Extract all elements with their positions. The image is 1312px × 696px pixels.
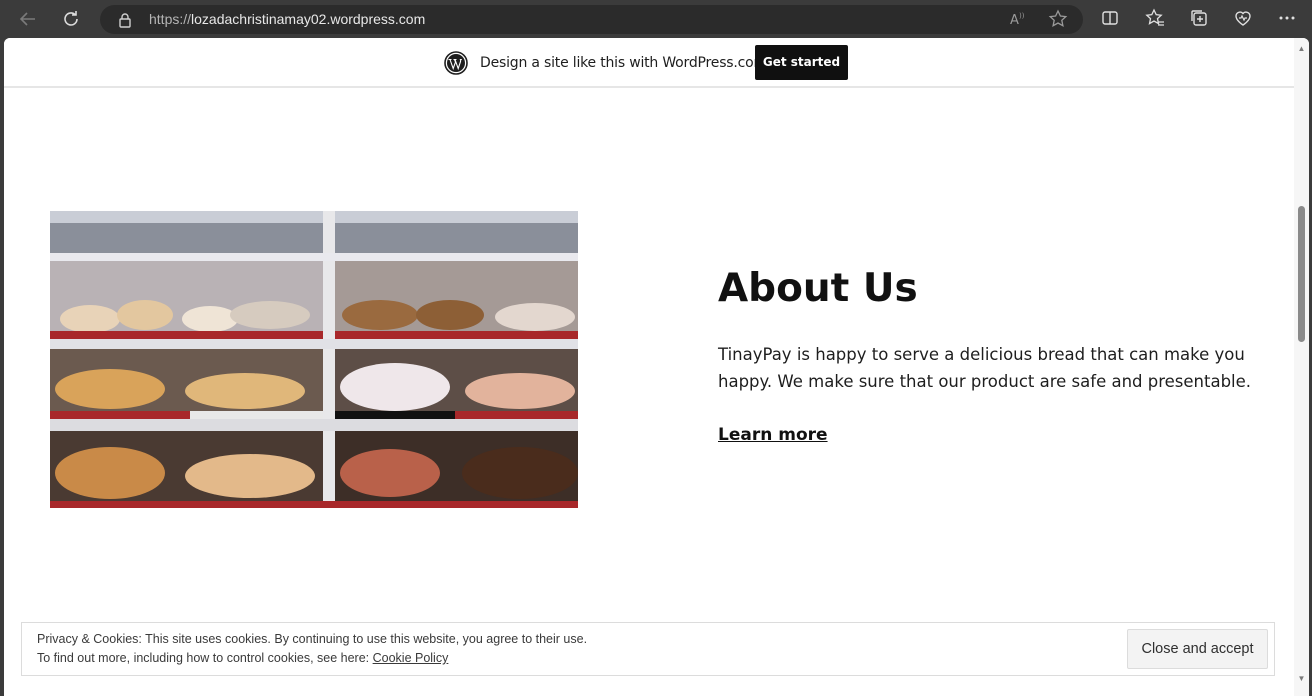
wordpress-banner-text: Design a site like this with WordPress.c… (480, 55, 767, 71)
browser-essentials-icon[interactable] (1232, 8, 1254, 30)
cookie-line-1: Privacy & Cookies: This site uses cookie… (37, 632, 588, 646)
collections-icon[interactable] (1188, 8, 1210, 30)
learn-more-link[interactable]: Learn more (718, 425, 828, 445)
cookie-line-2: To find out more, including how to contr… (37, 651, 449, 665)
lock-icon (118, 12, 132, 28)
cookie-banner: Privacy & Cookies: This site uses cookie… (21, 622, 1275, 676)
read-aloud-icon[interactable]: A)) (1008, 9, 1028, 35)
vertical-scrollbar[interactable]: ▲ ▼ (1294, 38, 1309, 696)
scroll-up-arrow-icon[interactable]: ▲ (1297, 44, 1306, 53)
about-title: About Us (718, 266, 918, 311)
svg-text:)): )) (1019, 12, 1025, 20)
favorites-icon[interactable] (1144, 8, 1166, 30)
about-description: TinayPay is happy to serve a delicious b… (718, 345, 1252, 391)
scroll-thumb[interactable] (1298, 206, 1305, 342)
favorite-star-icon[interactable] (1048, 9, 1068, 35)
page-viewport: Design a site like this with WordPress.c… (4, 38, 1309, 696)
more-options-icon[interactable] (1276, 8, 1298, 30)
url-text[interactable]: https://lozadachristinamay02.wordpress.c… (149, 11, 425, 27)
wordpress-banner: Design a site like this with WordPress.c… (4, 38, 1294, 88)
browser-toolbar: https://lozadachristinamay02.wordpress.c… (0, 0, 1312, 38)
back-icon[interactable] (17, 8, 39, 30)
bakery-display-image (50, 211, 578, 508)
cookie-text: Privacy & Cookies: This site uses cookie… (37, 630, 587, 668)
wordpress-logo-icon[interactable] (444, 51, 468, 75)
cookie-policy-link[interactable]: Cookie Policy (373, 651, 449, 665)
about-section: About Us TinayPay is happy to serve a de… (718, 266, 1278, 445)
svg-text:A: A (1010, 13, 1019, 28)
close-and-accept-button[interactable]: Close and accept (1127, 629, 1268, 669)
address-bar[interactable]: https://lozadachristinamay02.wordpress.c… (100, 5, 1083, 34)
refresh-icon[interactable] (60, 8, 82, 30)
get-started-button[interactable]: Get started (755, 45, 848, 80)
split-screen-icon[interactable] (1099, 8, 1121, 30)
scroll-down-arrow-icon[interactable]: ▼ (1297, 674, 1306, 683)
